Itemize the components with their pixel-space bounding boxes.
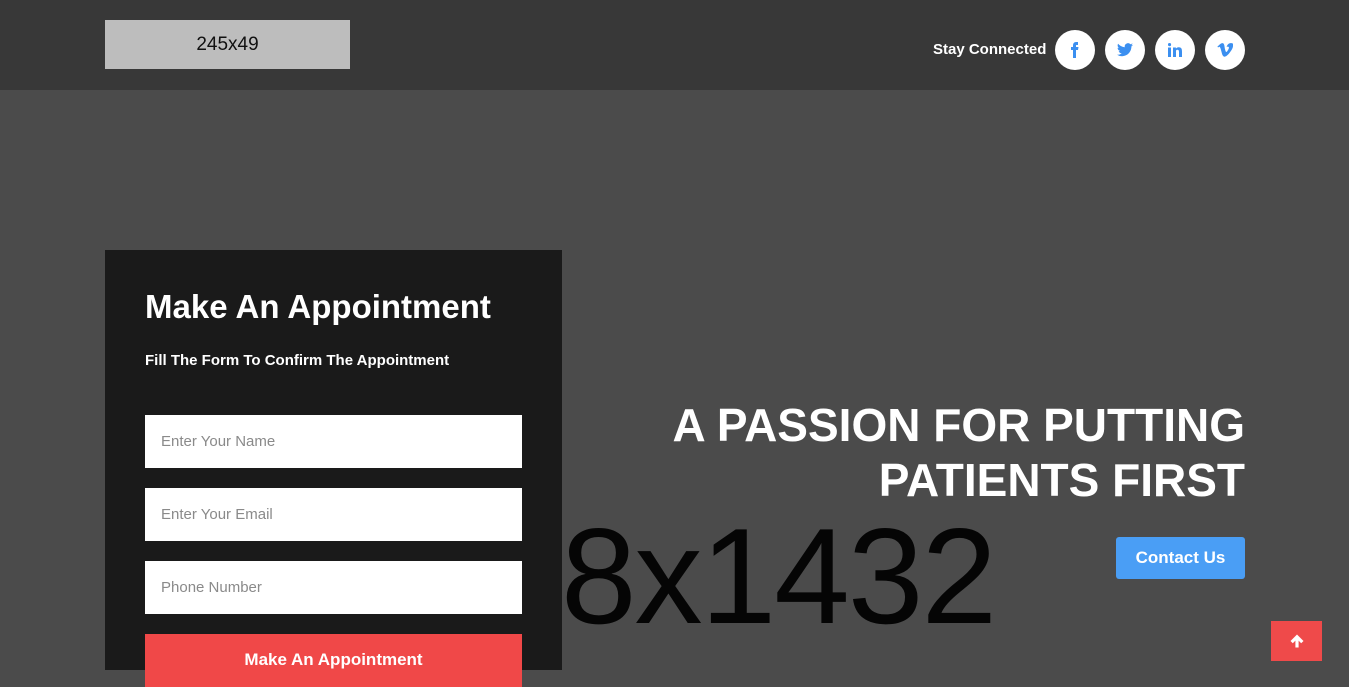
facebook-icon	[1071, 42, 1079, 58]
arrow-up-icon	[1290, 634, 1303, 648]
facebook-link[interactable]	[1055, 30, 1095, 70]
contact-us-button[interactable]: Contact Us	[1116, 537, 1245, 579]
linkedin-link[interactable]	[1155, 30, 1195, 70]
form-title: Make An Appointment	[145, 288, 491, 325]
vimeo-link[interactable]	[1205, 30, 1245, 70]
logo-placeholder[interactable]: 245x49	[105, 20, 350, 69]
phone-input[interactable]	[145, 561, 522, 614]
hero-headline: A PASSION FOR PUTTING PATIENTS FIRST	[673, 398, 1245, 508]
linkedin-icon	[1168, 43, 1182, 57]
twitter-link[interactable]	[1105, 30, 1145, 70]
hero-headline-line-2: PATIENTS FIRST	[878, 454, 1245, 506]
twitter-icon	[1117, 43, 1133, 57]
make-appointment-button[interactable]: Make An Appointment	[145, 634, 522, 687]
social-label: Stay Connected	[933, 41, 1047, 58]
social-icons	[1055, 30, 1245, 70]
email-input[interactable]	[145, 488, 522, 541]
form-subtitle: Fill The Form To Confirm The Appointment	[145, 352, 450, 369]
scroll-to-top-button[interactable]	[1271, 621, 1322, 661]
hero-headline-line-1: A PASSION FOR PUTTING	[672, 399, 1245, 451]
appointment-form-panel: Make An Appointment Fill The Form To Con…	[105, 250, 562, 687]
name-input[interactable]	[145, 415, 522, 468]
top-bar: 245x49 Stay Connected	[0, 0, 1349, 90]
vimeo-icon	[1217, 43, 1233, 57]
